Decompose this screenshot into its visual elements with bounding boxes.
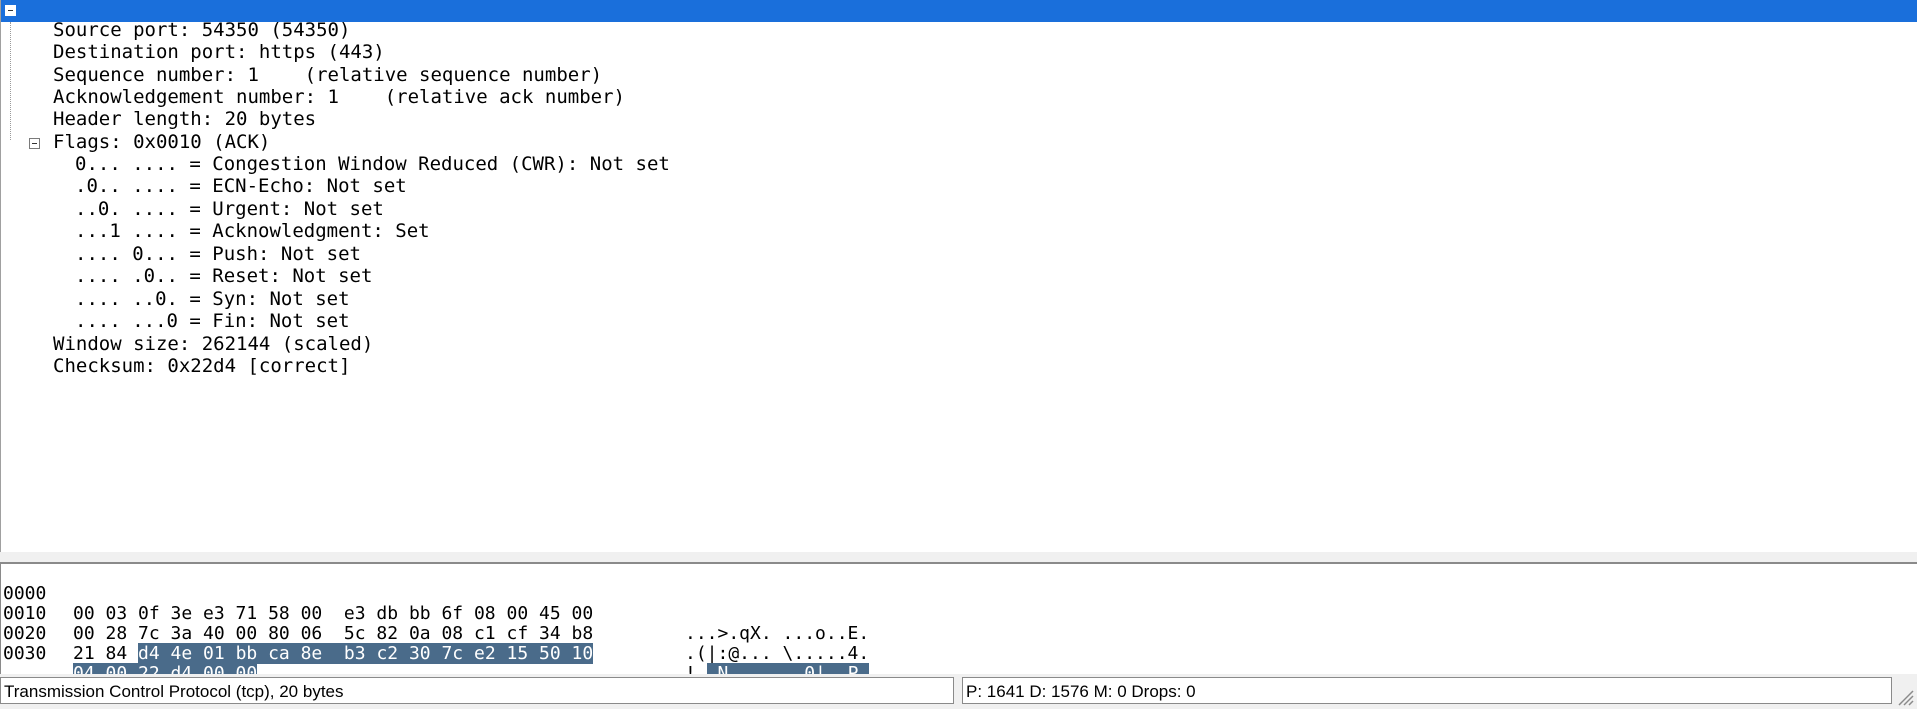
flag-fin-row[interactable]: .... ...0 = Fin: Not set bbox=[75, 310, 350, 332]
tree-connector bbox=[10, 22, 11, 140]
checksum-row[interactable]: Checksum: 0x22d4 [correct] bbox=[53, 355, 350, 377]
status-packet-counts: P: 1641 D: 1576 M: 0 Drops: 0 bbox=[962, 677, 1892, 704]
flag-ack-row[interactable]: ...1 .... = Acknowledgment: Set bbox=[75, 220, 430, 242]
hex-row[interactable]: 0010 00 28 7c 3a 40 00 80 06 5c 82 0a 08… bbox=[1, 584, 869, 664]
hex-ascii: .(|:@... \.....4. bbox=[685, 643, 870, 664]
window-size-row[interactable]: Window size: 262144 (scaled) bbox=[53, 333, 373, 355]
flag-reset-row[interactable]: .... .0.. = Reset: Not set bbox=[75, 265, 372, 287]
hex-bytes: 21 84 d4 4e 01 bb ca 8e b3 c2 30 7c e2 1… bbox=[73, 643, 594, 664]
hex-bytes: 00 03 0f 3e e3 71 58 00 e3 db bb 6f 08 0… bbox=[73, 603, 594, 624]
source-port-row[interactable]: Source port: 54350 (54350) bbox=[53, 19, 350, 41]
destination-port-row[interactable]: Destination port: https (443) bbox=[53, 41, 385, 63]
hex-ascii: ...>.qX. ...o..E. bbox=[685, 623, 870, 644]
pane-splitter[interactable] bbox=[0, 552, 1917, 564]
status-bar: Transmission Control Protocol (tcp), 20 … bbox=[0, 674, 1917, 709]
collapse-box-icon[interactable] bbox=[5, 5, 16, 16]
resize-grip-icon[interactable] bbox=[1895, 687, 1915, 707]
hex-bytes-highlighted: d4 4e 01 bb ca 8e b3 c2 30 7c e2 15 50 1… bbox=[138, 643, 594, 664]
hex-offset: 0030 bbox=[3, 643, 47, 664]
hex-dump-pane[interactable]: 0000 00 03 0f 3e e3 71 58 00 e3 db bb 6f… bbox=[0, 564, 1917, 704]
hex-bytes: 00 28 7c 3a 40 00 80 06 5c 82 0a 08 c1 c… bbox=[73, 623, 594, 644]
collapse-box-icon[interactable] bbox=[29, 138, 40, 149]
flag-syn-row[interactable]: .... ..0. = Syn: Not set bbox=[75, 288, 350, 310]
packet-details-pane[interactable]: Transmission Control Protocol, Src Port:… bbox=[0, 0, 1917, 552]
ack-number-row[interactable]: Acknowledgement number: 1 (relative ack … bbox=[53, 86, 625, 108]
flag-urgent-row[interactable]: ..0. .... = Urgent: Not set bbox=[75, 198, 384, 220]
hex-row[interactable]: 0030 04 00 22 d4 00 00 .."... bbox=[1, 624, 751, 704]
flag-cwr-row[interactable]: 0... .... = Congestion Window Reduced (C… bbox=[75, 153, 670, 175]
flags-row[interactable]: Flags: 0x0010 (ACK) bbox=[53, 131, 270, 153]
hex-row[interactable]: 0020 21 84 d4 4e 01 bb ca 8e b3 c2 30 7c… bbox=[1, 604, 870, 684]
flag-ecn-row[interactable]: .0.. .... = ECN-Echo: Not set bbox=[75, 175, 407, 197]
sequence-number-row[interactable]: Sequence number: 1 (relative sequence nu… bbox=[53, 64, 602, 86]
flag-push-row[interactable]: .... 0... = Push: Not set bbox=[75, 243, 361, 265]
status-field-info: Transmission Control Protocol (tcp), 20 … bbox=[0, 677, 954, 704]
hex-row[interactable]: 0000 00 03 0f 3e e3 71 58 00 e3 db bb 6f… bbox=[1, 564, 869, 644]
header-length-row[interactable]: Header length: 20 bytes bbox=[53, 108, 316, 130]
